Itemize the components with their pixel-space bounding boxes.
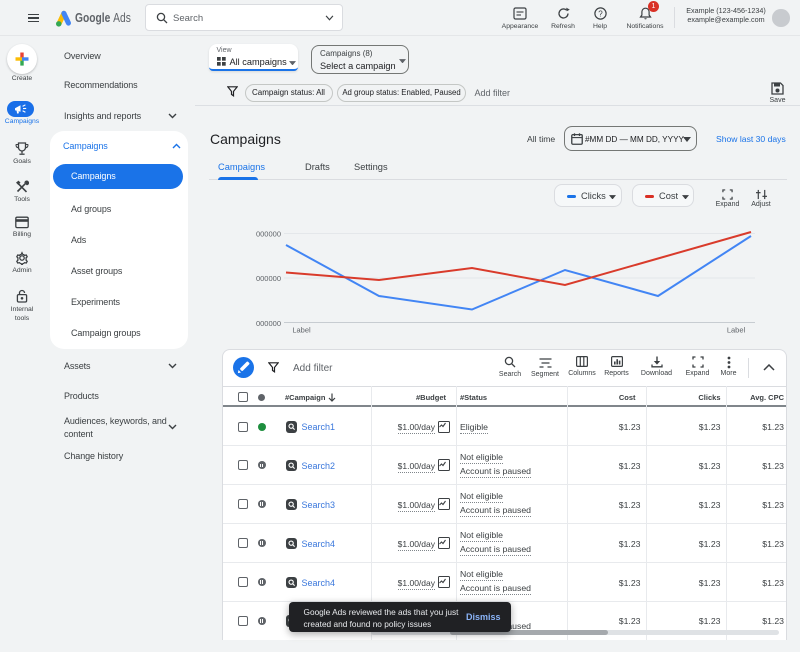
svg-text:?: ? <box>598 9 603 18</box>
svg-text:000000: 000000 <box>256 274 281 283</box>
svg-text:000000: 000000 <box>256 230 281 239</box>
svg-text:Label: Label <box>292 326 311 335</box>
svg-text:000000: 000000 <box>256 319 281 328</box>
svg-text:Label: Label <box>727 326 746 335</box>
